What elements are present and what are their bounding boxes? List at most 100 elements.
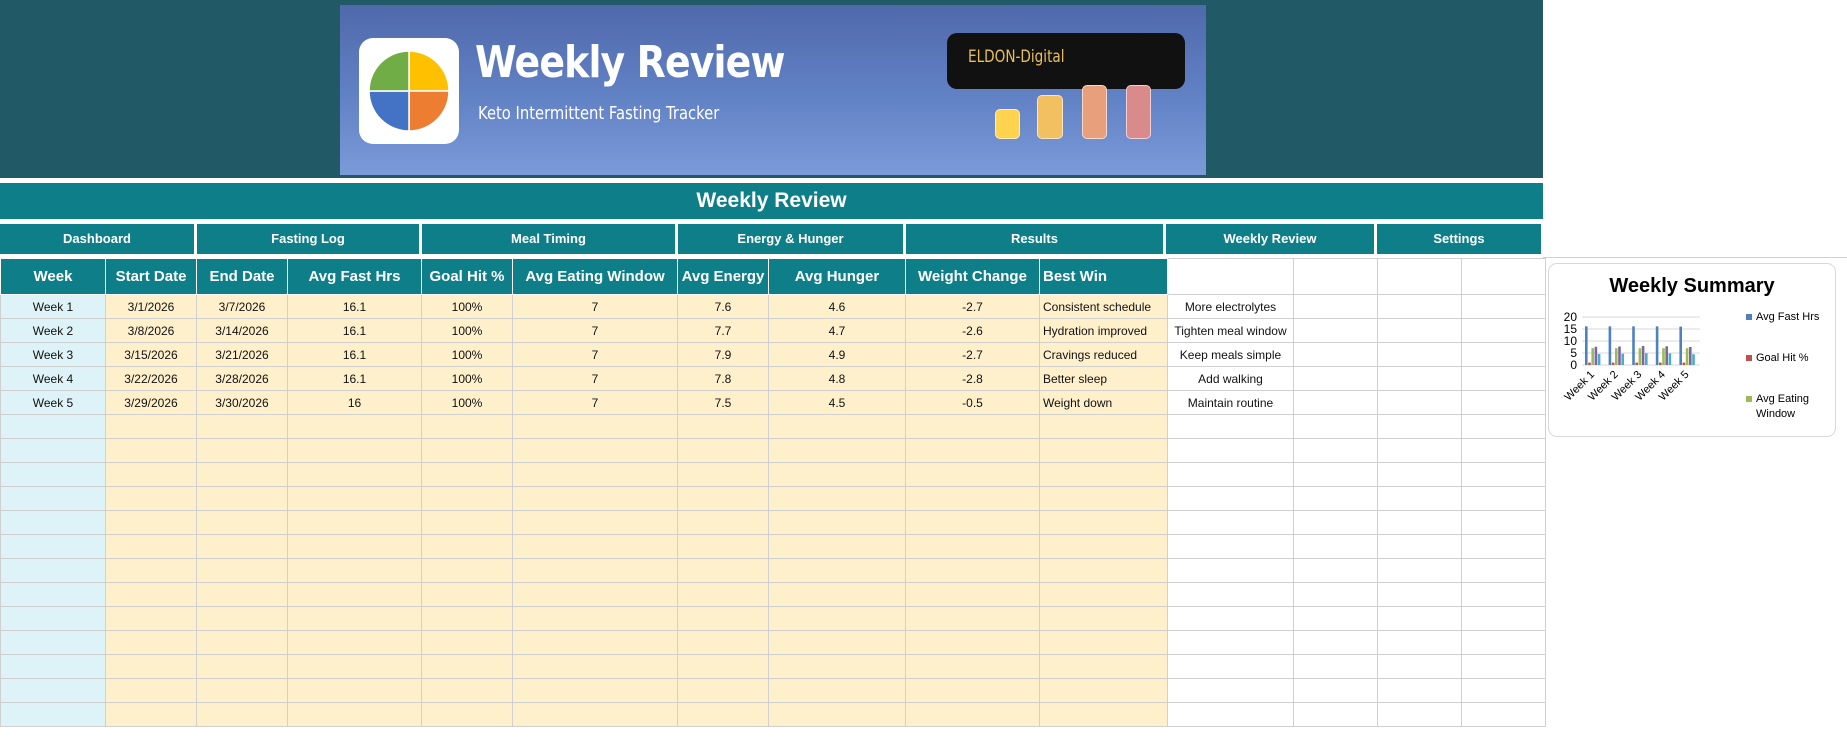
cell-next[interactable]: Maintain routine bbox=[1167, 390, 1294, 415]
cell[interactable] bbox=[1293, 654, 1378, 679]
cell-start[interactable]: 3/8/2026 bbox=[105, 318, 197, 343]
col-header-avg-hunger[interactable]: Avg Hunger bbox=[768, 258, 906, 295]
cell[interactable] bbox=[1167, 462, 1294, 487]
cell[interactable] bbox=[196, 678, 288, 703]
cell[interactable] bbox=[1293, 582, 1378, 607]
cell[interactable] bbox=[105, 582, 197, 607]
cell[interactable] bbox=[1039, 678, 1168, 703]
cell[interactable] bbox=[1461, 318, 1546, 343]
cell[interactable] bbox=[1461, 390, 1546, 415]
cell[interactable] bbox=[1167, 438, 1294, 463]
cell[interactable] bbox=[1377, 558, 1462, 583]
cell[interactable] bbox=[677, 414, 769, 439]
weekly-summary-chart[interactable]: Weekly Summary 20 15 10 5 0 Week 1 Week 2 Week … bbox=[1548, 263, 1836, 437]
cell[interactable] bbox=[287, 414, 422, 439]
cell[interactable] bbox=[1377, 390, 1462, 415]
cell[interactable] bbox=[0, 678, 106, 703]
cell[interactable] bbox=[1377, 318, 1462, 343]
cell[interactable] bbox=[0, 582, 106, 607]
cell[interactable] bbox=[1293, 510, 1378, 535]
nav-energy-hunger[interactable]: Energy & Hunger bbox=[678, 224, 903, 254]
nav-meal-timing[interactable]: Meal Timing bbox=[422, 224, 675, 254]
cell[interactable] bbox=[1293, 486, 1378, 511]
cell[interactable] bbox=[421, 462, 513, 487]
cell[interactable] bbox=[1167, 414, 1294, 439]
cell[interactable] bbox=[421, 414, 513, 439]
cell[interactable] bbox=[768, 582, 906, 607]
cell[interactable] bbox=[105, 462, 197, 487]
cell-fast[interactable]: 16 bbox=[287, 390, 422, 415]
cell[interactable] bbox=[905, 678, 1040, 703]
cell[interactable] bbox=[421, 558, 513, 583]
nav-fasting-log[interactable]: Fasting Log bbox=[197, 224, 419, 254]
cell[interactable] bbox=[512, 582, 678, 607]
cell[interactable] bbox=[196, 630, 288, 655]
cell[interactable] bbox=[768, 702, 906, 727]
cell[interactable] bbox=[1039, 582, 1168, 607]
cell[interactable] bbox=[105, 702, 197, 727]
cell-week[interactable]: Week 4 bbox=[0, 366, 106, 391]
cell[interactable] bbox=[1461, 654, 1546, 679]
nav-results[interactable]: Results bbox=[906, 224, 1163, 254]
cell-window[interactable]: 7 bbox=[512, 294, 678, 319]
cell[interactable] bbox=[512, 462, 678, 487]
cell[interactable] bbox=[105, 414, 197, 439]
cell[interactable] bbox=[905, 414, 1040, 439]
cell[interactable] bbox=[287, 606, 422, 631]
cell[interactable] bbox=[0, 630, 106, 655]
cell-window[interactable]: 7 bbox=[512, 390, 678, 415]
cell[interactable] bbox=[905, 606, 1040, 631]
cell[interactable] bbox=[768, 462, 906, 487]
cell[interactable] bbox=[768, 486, 906, 511]
cell[interactable] bbox=[905, 582, 1040, 607]
cell[interactable] bbox=[512, 510, 678, 535]
cell-goal[interactable]: 100% bbox=[421, 390, 513, 415]
cell[interactable] bbox=[0, 438, 106, 463]
cell-weight[interactable]: -2.7 bbox=[905, 342, 1040, 367]
cell[interactable] bbox=[1293, 366, 1378, 391]
cell[interactable] bbox=[1461, 606, 1546, 631]
cell[interactable] bbox=[1293, 678, 1378, 703]
cell[interactable] bbox=[105, 558, 197, 583]
cell-weight[interactable]: -2.6 bbox=[905, 318, 1040, 343]
cell[interactable] bbox=[905, 534, 1040, 559]
cell[interactable] bbox=[1461, 558, 1546, 583]
cell[interactable] bbox=[196, 606, 288, 631]
cell[interactable] bbox=[1377, 534, 1462, 559]
cell[interactable] bbox=[677, 702, 769, 727]
cell[interactable] bbox=[905, 462, 1040, 487]
cell[interactable] bbox=[1167, 534, 1294, 559]
cell[interactable] bbox=[0, 462, 106, 487]
col-header-week[interactable]: Week bbox=[0, 258, 106, 295]
cell-end[interactable]: 3/14/2026 bbox=[196, 318, 288, 343]
cell[interactable] bbox=[1167, 630, 1294, 655]
cell[interactable] bbox=[287, 534, 422, 559]
cell[interactable] bbox=[768, 510, 906, 535]
cell[interactable] bbox=[677, 654, 769, 679]
cell[interactable] bbox=[1293, 414, 1378, 439]
cell[interactable] bbox=[196, 534, 288, 559]
cell-start[interactable]: 3/15/2026 bbox=[105, 342, 197, 367]
cell[interactable] bbox=[287, 654, 422, 679]
cell[interactable] bbox=[287, 702, 422, 727]
cell[interactable] bbox=[287, 486, 422, 511]
cell-win[interactable]: Better sleep bbox=[1039, 366, 1168, 391]
cell[interactable] bbox=[1377, 414, 1462, 439]
cell[interactable] bbox=[905, 702, 1040, 727]
cell[interactable] bbox=[768, 606, 906, 631]
cell-energy[interactable]: 7.7 bbox=[677, 318, 769, 343]
cell[interactable] bbox=[1039, 414, 1168, 439]
cell[interactable] bbox=[196, 654, 288, 679]
cell[interactable] bbox=[287, 678, 422, 703]
cell-next[interactable]: Tighten meal window bbox=[1167, 318, 1294, 343]
cell[interactable] bbox=[677, 486, 769, 511]
cell[interactable] bbox=[905, 438, 1040, 463]
cell-win[interactable]: Consistent schedule bbox=[1039, 294, 1168, 319]
cell-goal[interactable]: 100% bbox=[421, 294, 513, 319]
cell[interactable] bbox=[421, 654, 513, 679]
cell-next[interactable]: Add walking bbox=[1167, 366, 1294, 391]
col-header-start-date[interactable]: Start Date bbox=[105, 258, 197, 295]
cell-next[interactable]: Keep meals simple bbox=[1167, 342, 1294, 367]
cell[interactable] bbox=[1293, 606, 1378, 631]
cell-end[interactable]: 3/7/2026 bbox=[196, 294, 288, 319]
